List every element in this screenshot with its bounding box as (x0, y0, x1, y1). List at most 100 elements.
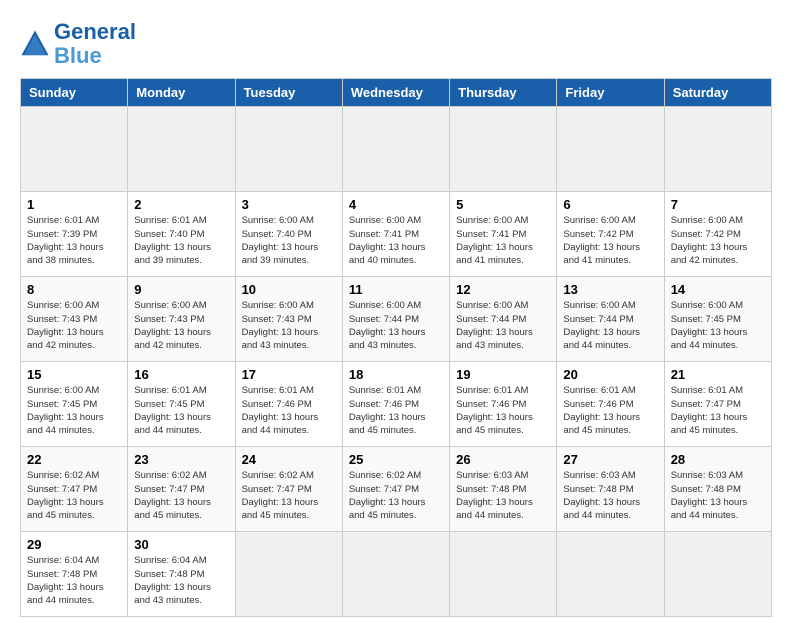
calendar-cell: 10 Sunrise: 6:00 AM Sunset: 7:43 PM Dayl… (235, 277, 342, 362)
day-number: 26 (456, 452, 550, 467)
daylight-label: Daylight: 13 hours and 41 minutes. (563, 242, 640, 266)
sunset-label: Sunset: 7:42 PM (563, 229, 633, 240)
day-number: 10 (242, 282, 336, 297)
day-number: 7 (671, 197, 765, 212)
sunset-label: Sunset: 7:41 PM (349, 229, 419, 240)
cell-info: Sunrise: 6:03 AM Sunset: 7:48 PM Dayligh… (563, 469, 657, 522)
sunset-label: Sunset: 7:45 PM (27, 399, 97, 410)
sunset-label: Sunset: 7:45 PM (134, 399, 204, 410)
sunset-label: Sunset: 7:43 PM (134, 314, 204, 325)
day-number: 8 (27, 282, 121, 297)
day-number: 1 (27, 197, 121, 212)
cell-info: Sunrise: 6:00 AM Sunset: 7:41 PM Dayligh… (456, 214, 550, 267)
cell-info: Sunrise: 6:02 AM Sunset: 7:47 PM Dayligh… (242, 469, 336, 522)
daylight-label: Daylight: 13 hours and 45 minutes. (349, 412, 426, 436)
daylight-label: Daylight: 13 hours and 44 minutes. (456, 497, 533, 521)
sunrise-label: Sunrise: 6:00 AM (349, 215, 421, 226)
sunrise-label: Sunrise: 6:00 AM (242, 300, 314, 311)
day-number: 15 (27, 367, 121, 382)
daylight-label: Daylight: 13 hours and 39 minutes. (242, 242, 319, 266)
calendar-cell: 19 Sunrise: 6:01 AM Sunset: 7:46 PM Dayl… (450, 362, 557, 447)
daylight-label: Daylight: 13 hours and 44 minutes. (242, 412, 319, 436)
sunrise-label: Sunrise: 6:01 AM (242, 385, 314, 396)
col-header-saturday: Saturday (664, 79, 771, 107)
calendar-cell: 22 Sunrise: 6:02 AM Sunset: 7:47 PM Dayl… (21, 447, 128, 532)
daylight-label: Daylight: 13 hours and 45 minutes. (242, 497, 319, 521)
sunrise-label: Sunrise: 6:00 AM (242, 215, 314, 226)
day-number: 24 (242, 452, 336, 467)
calendar-week-0 (21, 107, 772, 192)
col-header-friday: Friday (557, 79, 664, 107)
sunset-label: Sunset: 7:41 PM (456, 229, 526, 240)
calendar-table: SundayMondayTuesdayWednesdayThursdayFrid… (20, 78, 772, 617)
sunset-label: Sunset: 7:40 PM (134, 229, 204, 240)
cell-info: Sunrise: 6:01 AM Sunset: 7:40 PM Dayligh… (134, 214, 228, 267)
sunset-label: Sunset: 7:46 PM (242, 399, 312, 410)
calendar-cell: 5 Sunrise: 6:00 AM Sunset: 7:41 PM Dayli… (450, 192, 557, 277)
col-header-monday: Monday (128, 79, 235, 107)
day-number: 2 (134, 197, 228, 212)
calendar-cell: 29 Sunrise: 6:04 AM Sunset: 7:48 PM Dayl… (21, 532, 128, 617)
sunrise-label: Sunrise: 6:02 AM (27, 470, 99, 481)
day-number: 16 (134, 367, 228, 382)
calendar-cell (557, 107, 664, 192)
day-number: 6 (563, 197, 657, 212)
calendar-cell: 14 Sunrise: 6:00 AM Sunset: 7:45 PM Dayl… (664, 277, 771, 362)
calendar-cell: 13 Sunrise: 6:00 AM Sunset: 7:44 PM Dayl… (557, 277, 664, 362)
calendar-week-2: 8 Sunrise: 6:00 AM Sunset: 7:43 PM Dayli… (21, 277, 772, 362)
calendar-cell (342, 532, 449, 617)
sunset-label: Sunset: 7:48 PM (134, 569, 204, 580)
sunset-label: Sunset: 7:45 PM (671, 314, 741, 325)
sunrise-label: Sunrise: 6:00 AM (563, 215, 635, 226)
sunrise-label: Sunrise: 6:04 AM (134, 555, 206, 566)
day-number: 4 (349, 197, 443, 212)
col-header-sunday: Sunday (21, 79, 128, 107)
calendar-cell (235, 532, 342, 617)
cell-info: Sunrise: 6:04 AM Sunset: 7:48 PM Dayligh… (27, 554, 121, 607)
cell-info: Sunrise: 6:02 AM Sunset: 7:47 PM Dayligh… (134, 469, 228, 522)
calendar-cell: 2 Sunrise: 6:01 AM Sunset: 7:40 PM Dayli… (128, 192, 235, 277)
cell-info: Sunrise: 6:03 AM Sunset: 7:48 PM Dayligh… (456, 469, 550, 522)
daylight-label: Daylight: 13 hours and 45 minutes. (563, 412, 640, 436)
day-number: 3 (242, 197, 336, 212)
calendar-week-5: 29 Sunrise: 6:04 AM Sunset: 7:48 PM Dayl… (21, 532, 772, 617)
sunrise-label: Sunrise: 6:00 AM (671, 215, 743, 226)
daylight-label: Daylight: 13 hours and 45 minutes. (671, 412, 748, 436)
daylight-label: Daylight: 13 hours and 44 minutes. (671, 497, 748, 521)
calendar-cell: 28 Sunrise: 6:03 AM Sunset: 7:48 PM Dayl… (664, 447, 771, 532)
sunrise-label: Sunrise: 6:01 AM (563, 385, 635, 396)
cell-info: Sunrise: 6:02 AM Sunset: 7:47 PM Dayligh… (27, 469, 121, 522)
daylight-label: Daylight: 13 hours and 39 minutes. (134, 242, 211, 266)
calendar-cell: 23 Sunrise: 6:02 AM Sunset: 7:47 PM Dayl… (128, 447, 235, 532)
sunrise-label: Sunrise: 6:00 AM (27, 385, 99, 396)
calendar-cell: 15 Sunrise: 6:00 AM Sunset: 7:45 PM Dayl… (21, 362, 128, 447)
sunrise-label: Sunrise: 6:02 AM (242, 470, 314, 481)
day-number: 23 (134, 452, 228, 467)
day-number: 14 (671, 282, 765, 297)
daylight-label: Daylight: 13 hours and 41 minutes. (456, 242, 533, 266)
day-number: 19 (456, 367, 550, 382)
sunset-label: Sunset: 7:48 PM (671, 484, 741, 495)
sunset-label: Sunset: 7:48 PM (563, 484, 633, 495)
daylight-label: Daylight: 13 hours and 45 minutes. (349, 497, 426, 521)
day-number: 22 (27, 452, 121, 467)
day-number: 20 (563, 367, 657, 382)
calendar-cell (342, 107, 449, 192)
daylight-label: Daylight: 13 hours and 44 minutes. (27, 412, 104, 436)
cell-info: Sunrise: 6:03 AM Sunset: 7:48 PM Dayligh… (671, 469, 765, 522)
col-header-wednesday: Wednesday (342, 79, 449, 107)
cell-info: Sunrise: 6:00 AM Sunset: 7:45 PM Dayligh… (671, 299, 765, 352)
calendar-cell: 18 Sunrise: 6:01 AM Sunset: 7:46 PM Dayl… (342, 362, 449, 447)
day-number: 29 (27, 537, 121, 552)
day-number: 17 (242, 367, 336, 382)
sunrise-label: Sunrise: 6:01 AM (671, 385, 743, 396)
col-header-tuesday: Tuesday (235, 79, 342, 107)
sunrise-label: Sunrise: 6:00 AM (456, 215, 528, 226)
daylight-label: Daylight: 13 hours and 42 minutes. (134, 327, 211, 351)
sunset-label: Sunset: 7:44 PM (563, 314, 633, 325)
daylight-label: Daylight: 13 hours and 44 minutes. (563, 497, 640, 521)
daylight-label: Daylight: 13 hours and 43 minutes. (242, 327, 319, 351)
calendar-cell: 20 Sunrise: 6:01 AM Sunset: 7:46 PM Dayl… (557, 362, 664, 447)
cell-info: Sunrise: 6:01 AM Sunset: 7:46 PM Dayligh… (456, 384, 550, 437)
calendar-cell: 12 Sunrise: 6:00 AM Sunset: 7:44 PM Dayl… (450, 277, 557, 362)
